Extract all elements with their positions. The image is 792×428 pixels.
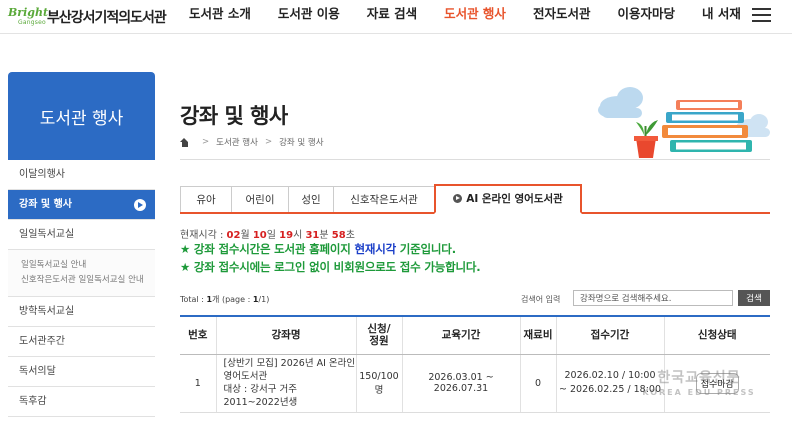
- lecture-title-line1: [상반기 모집] 2026년 AI 온라인: [223, 358, 356, 369]
- col-header-reception: 접수기간: [556, 315, 665, 355]
- cell-reception: 2026.02.10 / 10:00 ~ 2026.02.25 / 18:00: [556, 354, 665, 413]
- apply-count: 150/100: [359, 370, 399, 382]
- category-tabs: 유아 어린이 성인 신호작은도서관 AI 온라인 영어도서관: [180, 184, 770, 214]
- current-time: 현재시각 : 02월 10일 19시 31분 58초: [180, 226, 355, 241]
- books-plant-illustration: [598, 87, 770, 158]
- cell-status: 접수마감: [664, 354, 770, 413]
- col-header-apply: 신청/정원: [356, 315, 403, 355]
- col-header-fee: 재료비: [520, 315, 557, 355]
- total-label: Total :: [180, 295, 207, 304]
- lecture-target: 대상 : 강서구 거주 2011~2022년생: [223, 384, 298, 408]
- global-nav: 도서관 소개 도서관 이용 자료 검색 도서관 행사 전자도서관 이용자마당 내…: [189, 0, 768, 34]
- notice-text: 기준입니다.: [395, 242, 456, 256]
- site-logo[interactable]: Bright Gangseo 부산강서기적의도서관: [8, 5, 167, 29]
- gnb-item-my-library[interactable]: 내 서재: [702, 0, 741, 34]
- table-header-row: 번호 강좌명 신청/정원 교육기간 재료비 접수기간 신청상태: [180, 315, 770, 355]
- time-minute: 31: [305, 230, 320, 241]
- page-title: 강좌 및 행사: [180, 104, 288, 128]
- logo-bright-text: Bright: [8, 6, 49, 19]
- col-header-name: 강좌명: [216, 315, 357, 355]
- sidebar: 도서관 행사 이달의행사 강좌 및 행사 일일독서교실 일일독서교실 안내 신호…: [8, 72, 155, 417]
- total-count: Total : 1개 (page : 1/1): [180, 294, 269, 305]
- table-row[interactable]: 1 [상반기 모집] 2026년 AI 온라인 영어도서관 대상 : 강서구 거…: [180, 354, 770, 413]
- col-header-apply-line2: 정원: [369, 335, 389, 348]
- breadcrumb: > 도서관 행사 > 강좌 및 행사: [180, 136, 324, 148]
- tab-sinho-library[interactable]: 신호작은도서관: [333, 186, 435, 212]
- notice-no-login: ★ 강좌 접수시에는 로그인 없이 비회원으로도 접수 가능합니다.: [180, 260, 481, 274]
- col-header-status: 신청상태: [664, 315, 770, 355]
- sidebar-item-library-week[interactable]: 도서관주간: [8, 327, 155, 357]
- site-header: Bright Gangseo 부산강서기적의도서관 도서관 소개 도서관 이용 …: [0, 0, 792, 34]
- cell-no: 1: [180, 354, 217, 413]
- cell-period: 2026.03.01 ~ 2026.07.31: [402, 354, 521, 413]
- cell-apply: 150/100 명: [356, 354, 403, 413]
- current-time-label: 현재시각 :: [180, 230, 227, 241]
- search-input[interactable]: [573, 290, 733, 306]
- sidebar-item-reading-month[interactable]: 독서의달: [8, 357, 155, 387]
- sidebar-item-vacation-reading[interactable]: 방학독서교실: [8, 297, 155, 327]
- cell-lecture-name[interactable]: [상반기 모집] 2026년 AI 온라인 영어도서관 대상 : 강서구 거주 …: [216, 354, 357, 413]
- time-hour-unit: 시: [293, 230, 306, 241]
- time-hour: 19: [279, 230, 294, 241]
- breadcrumb-item-lectures[interactable]: 강좌 및 행사: [279, 136, 324, 148]
- tab-children[interactable]: 어린이: [231, 186, 289, 212]
- reception-start: 2026.02.10 / 10:00: [564, 370, 656, 381]
- col-header-period: 교육기간: [402, 315, 521, 355]
- notice-reception-time: ★ 강좌 접수시간은 도서관 홈페이지 현재시각 기준입니다.: [180, 241, 456, 257]
- tab-ai-english-library[interactable]: AI 온라인 영어도서관: [434, 184, 582, 214]
- sidebar-subitem-sinho-guide[interactable]: 신호작은도서관 일일독서교실 안내: [21, 273, 155, 288]
- time-month: 02: [226, 230, 241, 241]
- sidebar-item-label: 강좌 및 행사: [19, 199, 72, 210]
- gnb-item-events[interactable]: 도서관 행사: [444, 0, 506, 34]
- sidebar-submenu: 일일독서교실 안내 신호작은도서관 일일독서교실 안내: [8, 250, 155, 297]
- reception-end: ~ 2026.02.25 / 18:00: [559, 384, 661, 395]
- time-day: 10: [252, 230, 267, 241]
- cell-fee: 0: [520, 354, 557, 413]
- sidebar-subitem-daily-guide[interactable]: 일일독서교실 안내: [21, 258, 155, 273]
- logo-mark: Bright Gangseo: [8, 5, 49, 29]
- books-stack-icon: [662, 100, 752, 152]
- breadcrumb-item-events[interactable]: 도서관 행사: [216, 136, 258, 148]
- notice-text: ★ 강좌 접수시간은 도서관 홈페이지: [180, 242, 355, 256]
- home-icon[interactable]: [180, 137, 189, 147]
- gnb-item-about[interactable]: 도서관 소개: [189, 0, 251, 34]
- notice-highlight: 현재시각: [354, 242, 396, 256]
- logo-gangseo-text: Gangseo: [18, 19, 46, 26]
- sidebar-item-book-report[interactable]: 독후감: [8, 387, 155, 417]
- time-month-unit: 월: [240, 230, 253, 241]
- tab-toddler[interactable]: 유아: [180, 186, 232, 212]
- time-day-unit: 일: [266, 230, 280, 241]
- logo-library-name: 부산강서기적의도서관: [47, 10, 167, 26]
- total-unit: 개 (page :: [212, 295, 253, 304]
- play-circle-icon: [453, 194, 463, 203]
- apply-unit: 명: [374, 384, 384, 396]
- search-button[interactable]: 검색: [738, 290, 770, 306]
- sidebar-title: 도서관 행사: [8, 72, 155, 160]
- hamburger-menu-icon[interactable]: [752, 8, 771, 22]
- lecture-title-line2: 영어도서관: [223, 371, 268, 382]
- breadcrumb-separator-icon: >: [202, 137, 210, 147]
- sidebar-item-lectures[interactable]: 강좌 및 행사: [8, 190, 155, 220]
- col-header-no: 번호: [180, 315, 217, 355]
- gnb-item-search[interactable]: 자료 검색: [367, 0, 417, 34]
- gnb-item-community[interactable]: 이용자마당: [617, 0, 675, 34]
- status-closed-button[interactable]: 접수마감: [695, 372, 739, 394]
- gnb-item-elibrary[interactable]: 전자도서관: [533, 0, 591, 34]
- total-suffix: ): [266, 295, 270, 304]
- time-minute-unit: 분: [319, 230, 332, 241]
- time-second: 58: [331, 230, 346, 241]
- breadcrumb-separator-icon: >: [264, 137, 273, 147]
- search-label: 검색어 입력: [521, 295, 561, 304]
- plant-pot-icon: [634, 120, 658, 158]
- gnb-item-usage[interactable]: 도서관 이용: [278, 0, 340, 34]
- sidebar-item-daily-reading[interactable]: 일일독서교실: [8, 220, 155, 250]
- tab-label: AI 온라인 영어도서관: [466, 193, 563, 205]
- cloud-icon: [598, 87, 643, 118]
- sidebar-item-monthly-events[interactable]: 이달의행사: [8, 160, 155, 190]
- col-header-apply-line1: 신청/: [367, 323, 391, 336]
- arrow-right-icon: [134, 199, 146, 211]
- tab-adult[interactable]: 성인: [288, 186, 334, 212]
- lecture-table: 번호 강좌명 신청/정원 교육기간 재료비 접수기간 신청상태 1 [상반기 모…: [180, 315, 770, 413]
- time-second-unit: 초: [345, 230, 355, 241]
